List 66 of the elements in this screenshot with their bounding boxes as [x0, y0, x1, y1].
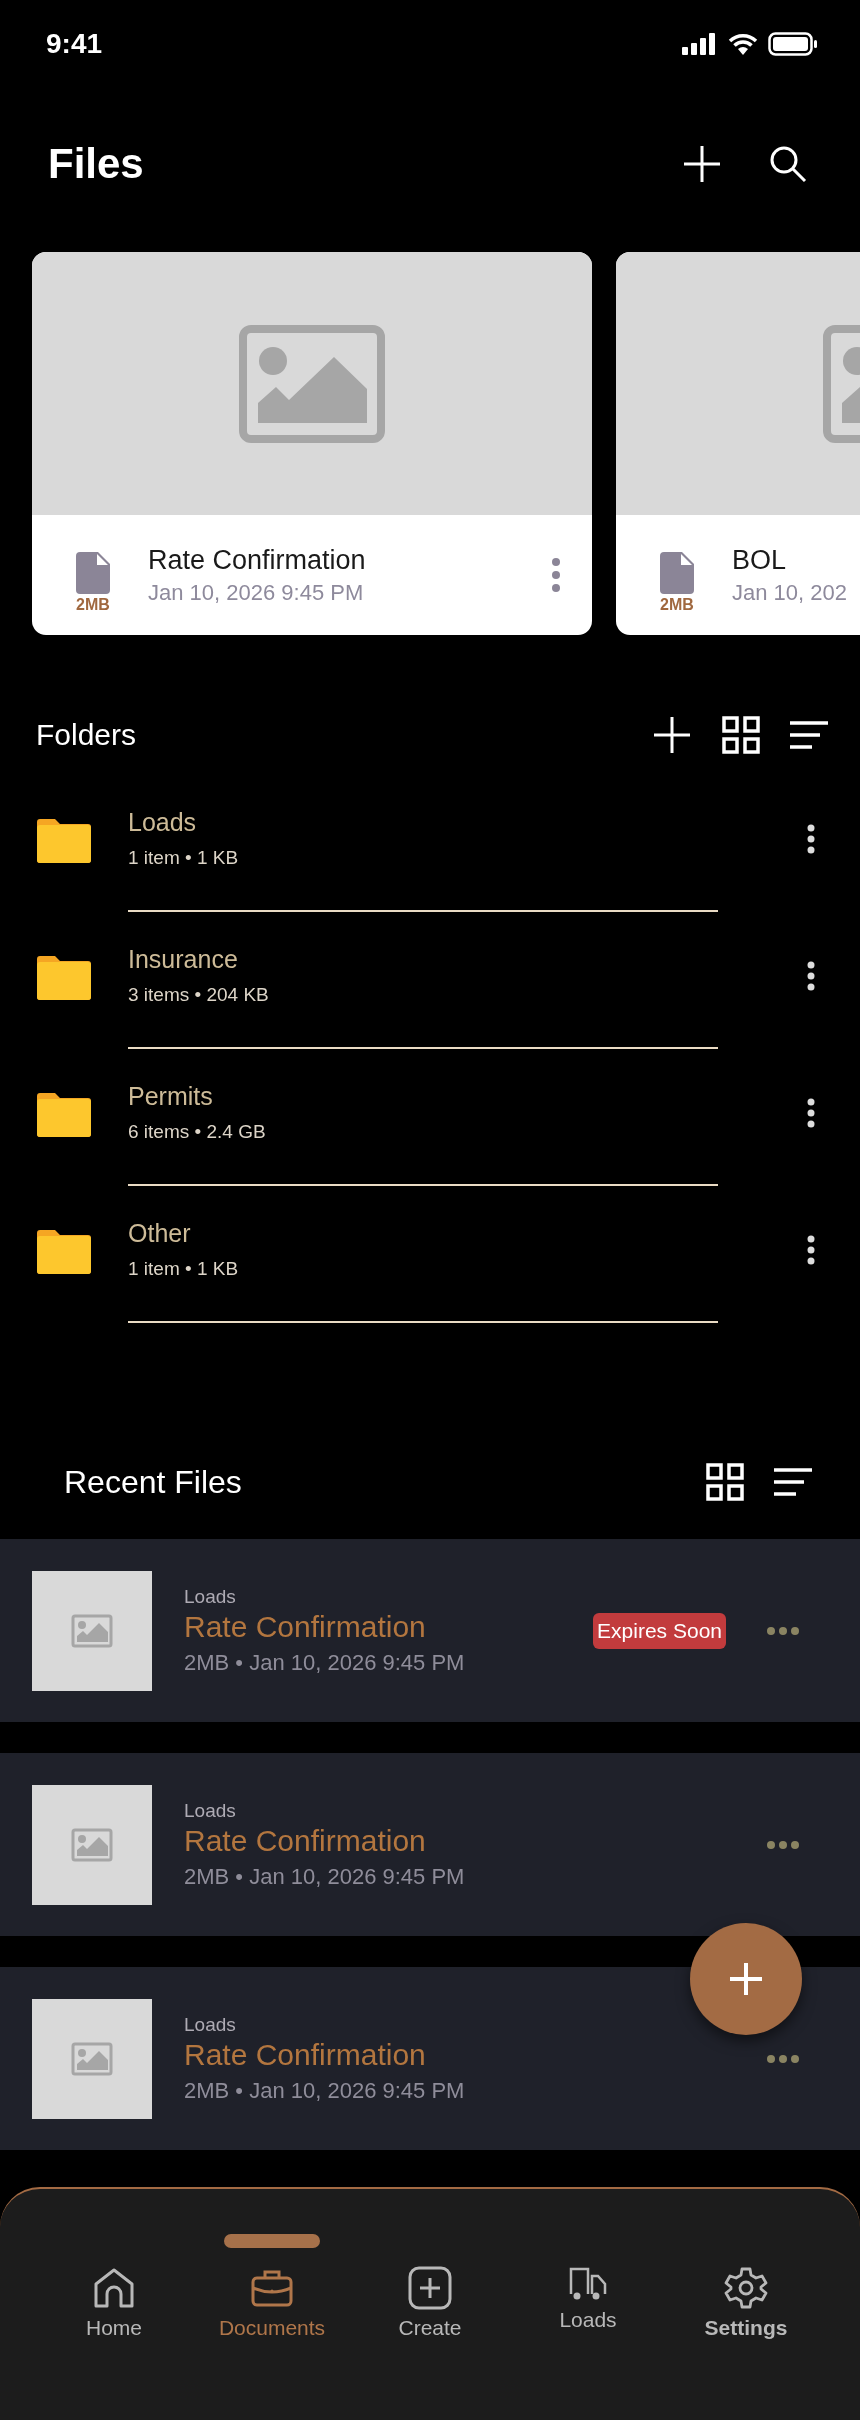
nav-tab[interactable]: Documents [193, 2189, 351, 2420]
status-badge: Expires Soon [593, 1612, 726, 1649]
folder-name[interactable]: Other [128, 1219, 806, 1248]
sort-button[interactable] [774, 1467, 812, 1497]
add-button[interactable] [652, 715, 692, 755]
section-title: Folders [36, 718, 137, 752]
more-button[interactable] [806, 822, 816, 855]
file-title: Rate Confirmation [148, 544, 367, 576]
nav-tab[interactable]: Settings [667, 2189, 825, 2420]
add-button[interactable] [682, 144, 722, 184]
wifi-icon [728, 33, 758, 55]
file-folder: Loads [184, 1585, 237, 1608]
file-size: 2MB [660, 596, 694, 614]
folder-details: 3 items • 204 KB [128, 984, 270, 1006]
grid-view-button[interactable] [722, 716, 760, 754]
nav-tab[interactable]: Loads [509, 2189, 667, 2420]
nav-tab[interactable]: Home [35, 2189, 193, 2420]
file-title: BOL [732, 544, 788, 576]
file-row[interactable]: Loads Rate Confirmation 2MB • Jan 10, 2026 9:45 PM Expires Soon [0, 1539, 860, 1722]
nav-tab[interactable]: Create [351, 2189, 509, 2420]
more-button[interactable] [806, 1233, 816, 1266]
file-folder: Loads [184, 2013, 237, 2036]
file-details: 2MB • Jan 10, 2026 9:45 PM [184, 2077, 466, 2104]
file-row[interactable]: Loads Rate Confirmation 2MB • Jan 10, 2026 9:45 PM [0, 1967, 860, 2150]
file-icon [660, 552, 694, 594]
sort-button[interactable] [790, 720, 828, 750]
add-square-icon [408, 2266, 452, 2310]
page-title: Files [48, 140, 144, 188]
battery-icon [768, 32, 818, 56]
search-button[interactable] [768, 144, 808, 184]
more-button[interactable] [806, 1096, 816, 1129]
image-placeholder-icon [71, 1827, 113, 1862]
file-details: 2MB • Jan 10, 2026 9:45 PM [184, 1863, 466, 1890]
grid-view-button[interactable] [706, 1463, 744, 1501]
folder-icon [37, 1092, 91, 1137]
folder-icon [37, 955, 91, 1000]
file-folder: Loads [184, 1799, 237, 1822]
folder-details: 1 item • 1 KB [128, 847, 240, 869]
file-date: Jan 10, 202 [732, 579, 848, 606]
file-title: Rate Confirmation [184, 1823, 427, 1858]
file-size: 2MB [76, 596, 110, 614]
more-button[interactable] [806, 959, 816, 992]
image-placeholder-icon [71, 2041, 113, 2076]
file-title: Rate Confirmation [184, 2037, 427, 2072]
truck-icon [568, 2266, 608, 2302]
image-placeholder-icon [239, 324, 385, 443]
folder-icon [37, 1229, 91, 1274]
folder-name[interactable]: Insurance [128, 945, 806, 974]
file-details: 2MB • Jan 10, 2026 9:45 PM [184, 1649, 466, 1676]
section-title: Recent Files [64, 1463, 242, 1501]
folder-icon [37, 818, 91, 863]
file-title: Rate Confirmation [184, 1609, 427, 1644]
file-row[interactable]: Loads Rate Confirmation 2MB • Jan 10, 2026 9:45 PM [0, 1753, 860, 1936]
file-card[interactable]: 2MB BOL Jan 10, 202 [616, 252, 860, 635]
home-icon [92, 2266, 136, 2310]
signal-icon [682, 33, 718, 55]
status-time: 9:41 [46, 28, 103, 60]
folder-details: 6 items • 2.4 GB [128, 1121, 267, 1143]
file-date: Jan 10, 2026 9:45 PM [148, 579, 365, 606]
image-placeholder-icon [71, 1613, 113, 1648]
file-icon [76, 552, 110, 594]
file-card[interactable]: 2MB Rate Confirmation Jan 10, 2026 9:45 PM [32, 252, 592, 635]
folder-name[interactable]: Loads [128, 808, 806, 837]
folder-details: 1 item • 1 KB [128, 1258, 240, 1280]
settings-icon [724, 2266, 768, 2310]
folder-name[interactable]: Permits [128, 1082, 806, 1111]
